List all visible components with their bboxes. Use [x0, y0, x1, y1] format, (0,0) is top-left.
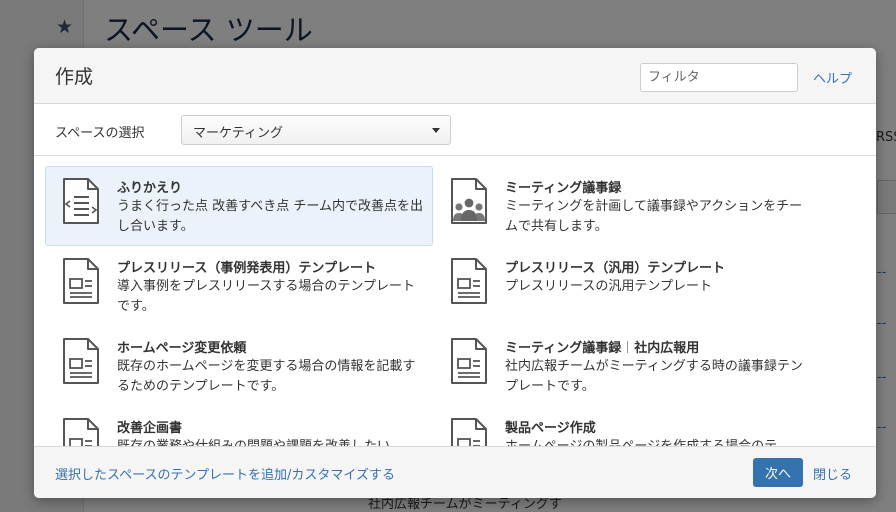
template-item-meeting-notes[interactable]: ミーティング議事録 ミーティングを計画して議事録やアクションをチームで共有します…	[433, 166, 821, 246]
space-select[interactable]: マーケティング	[181, 115, 451, 145]
chevron-down-icon	[432, 128, 440, 133]
template-item-press-release-case[interactable]: プレスリリース（事例発表用）テンプレート 導入事例をプレスリリースする場合のテン…	[45, 246, 433, 326]
template-description: ミーティングを計画して議事録やアクションをチームで共有します。	[505, 199, 803, 234]
template-item-meeting-notes-pr[interactable]: ミーティング議事録 社内広報用 社内広報チームがミーティングする時の議事録テンプレ…	[433, 326, 821, 406]
filter-input[interactable]	[640, 63, 798, 92]
template-item-homepage-change[interactable]: ホームページ変更依頼 既存のホームページを変更する場合の情報を記載するためのテン…	[45, 326, 433, 406]
page-template-icon	[450, 337, 488, 385]
help-link[interactable]: ヘルプ	[813, 68, 852, 87]
template-description: プレスリリースの汎用テンプレート	[505, 279, 712, 294]
template-description: 既存のホームページを変更する場合の情報を記載するためのテンプレートです。	[117, 359, 416, 394]
dialog-footer: 選択したスペースのテンプレートを追加/カスタマイズする 次へ 閉じる	[34, 446, 876, 498]
close-link[interactable]: 閉じる	[813, 464, 852, 483]
next-button[interactable]: 次へ	[753, 458, 803, 487]
template-description: 導入事例をプレスリリースする場合のテンプレートです。	[117, 279, 415, 314]
template-description: 既存の業務や仕組みの問題や課題を改善したい	[117, 437, 423, 446]
space-select-label: スペースの選択	[55, 126, 145, 141]
space-select-row: スペースの選択 マーケティング	[34, 105, 876, 156]
page-template-icon	[62, 337, 100, 385]
template-item-press-release-general[interactable]: プレスリリース（汎用）テンプレート プレスリリースの汎用テンプレート	[433, 246, 821, 326]
template-name: ミーティング議事録	[505, 181, 622, 196]
page-template-icon	[450, 257, 488, 305]
page-template-icon	[450, 417, 488, 446]
template-description: 社内広報チームがミーティングする時の議事録テンプレートです。	[505, 359, 803, 394]
template-name: 製品ページ作成	[505, 421, 596, 436]
create-dialog: 作成 ヘルプ スペースの選択 マーケティング	[34, 48, 876, 498]
template-list: ふりかえり うまく行った点 改善すべき点 チーム内で改善点を出し合います。 ミー…	[34, 156, 876, 446]
template-name: ミーティング議事録 社内広報用	[505, 337, 699, 356]
customize-templates-link[interactable]: 選択したスペースのテンプレートを追加/カスタマイズする	[55, 464, 395, 483]
template-item-retrospective[interactable]: ふりかえり うまく行った点 改善すべき点 チーム内で改善点を出し合います。	[45, 166, 433, 246]
dialog-title: 作成	[55, 66, 94, 88]
template-name: プレスリリース（事例発表用）テンプレート	[117, 261, 376, 276]
template-name-main: ミーティング議事録	[505, 341, 622, 356]
template-name: ふりかえり	[117, 181, 183, 196]
page-template-icon	[62, 417, 100, 446]
template-name: プレスリリース（汎用）テンプレート	[505, 261, 725, 276]
template-description: うまく行った点 改善すべき点 チーム内で改善点を出し合います。	[117, 199, 423, 234]
template-description: ホームページの製品ページを作成する場合のテ	[505, 437, 811, 446]
page-template-icon	[62, 257, 100, 305]
space-select-value: マーケティング	[193, 126, 283, 141]
meeting-notes-icon	[450, 177, 488, 225]
template-name-sub: 社内広報用	[634, 341, 700, 356]
name-separator	[627, 341, 629, 353]
template-name: 改善企画書	[117, 421, 183, 436]
retrospective-icon	[62, 177, 100, 225]
template-item-improvement-plan[interactable]: 改善企画書 既存の業務や仕組みの問題や課題を改善したい	[45, 406, 433, 446]
template-name: ホームページ変更依頼	[117, 341, 247, 356]
dialog-header: 作成 ヘルプ	[34, 48, 876, 104]
template-item-product-page[interactable]: 製品ページ作成 ホームページの製品ページを作成する場合のテ	[433, 406, 821, 446]
